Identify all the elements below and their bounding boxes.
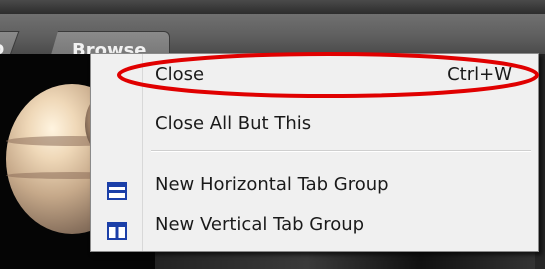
title-strip: [0, 0, 545, 14]
menu-item-close[interactable]: Close Ctrl+W: [93, 56, 536, 94]
menu-item-new-vertical-tab-group-label: New Vertical Tab Group: [155, 214, 365, 235]
menu-item-close-all-but-this-label: Close All But This: [155, 113, 312, 134]
vertical-tab-group-icon: [107, 216, 127, 240]
menu-separator: [151, 150, 531, 152]
menu-item-close-all-but-this[interactable]: Close All But This: [93, 105, 536, 143]
tab-context-menu: Close Ctrl+W Close All But This New Hori…: [90, 53, 539, 252]
horizontal-tab-group-icon: [107, 176, 127, 200]
menu-item-new-horizontal-tab-group-label: New Horizontal Tab Group: [155, 174, 389, 195]
menu-item-new-horizontal-tab-group[interactable]: New Horizontal Tab Group: [93, 166, 536, 204]
tab-bar: o Browse: [0, 14, 545, 72]
app-window: o Browse Close Ctrl+W Close All But This: [0, 0, 545, 269]
menu-item-new-vertical-tab-group[interactable]: New Vertical Tab Group: [93, 206, 536, 244]
preview-bottom-strip: [155, 249, 535, 269]
menu-item-close-shortcut: Ctrl+W: [447, 64, 512, 85]
menu-item-close-label: Close: [155, 64, 205, 85]
